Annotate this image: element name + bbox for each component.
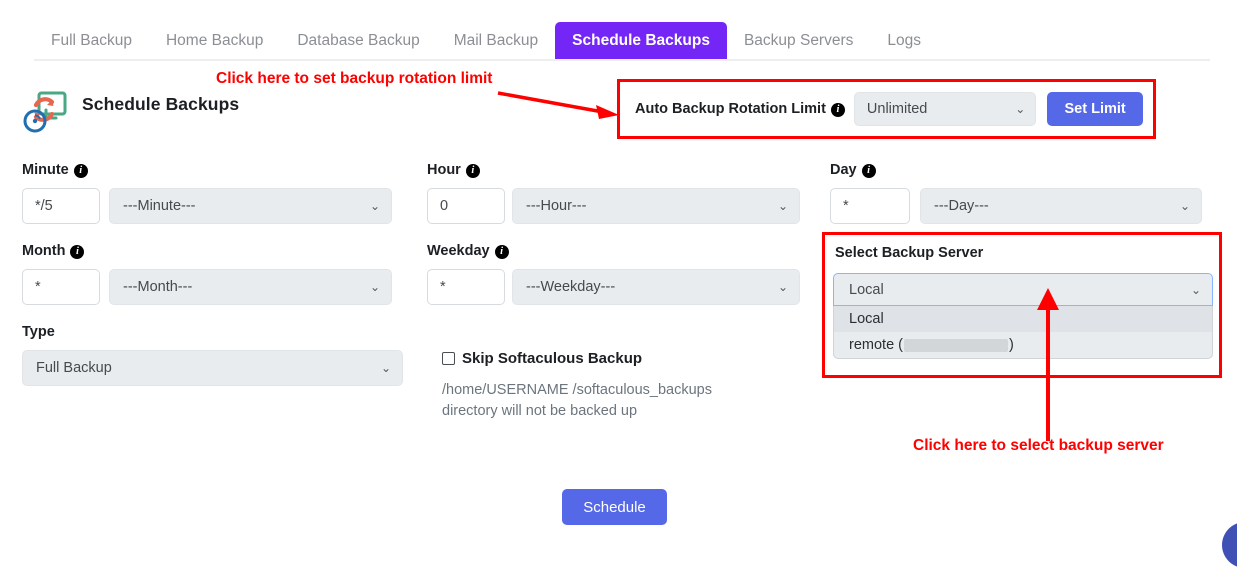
info-icon[interactable]: i bbox=[73, 164, 88, 178]
chevron-down-icon: ⌄ bbox=[777, 199, 788, 213]
rotation-limit-panel: Auto Backup Rotation Limit i Unlimited ⌄ … bbox=[617, 79, 1156, 139]
annotation-arrow-server bbox=[1037, 288, 1059, 441]
backup-server-option-local[interactable]: Local bbox=[834, 306, 1212, 332]
chevron-down-icon: ⌄ bbox=[369, 199, 380, 213]
backup-server-select[interactable]: Local ⌄ bbox=[833, 273, 1213, 306]
minute-select[interactable]: ---Minute--- ⌄ bbox=[109, 188, 392, 224]
skip-softaculous-row[interactable]: Skip Softaculous Backup bbox=[442, 350, 642, 367]
weekday-input[interactable] bbox=[427, 269, 505, 305]
rotation-limit-label: Auto Backup Rotation Limit i bbox=[635, 101, 845, 117]
schedule-button[interactable]: Schedule bbox=[562, 489, 667, 525]
rotation-limit-select[interactable]: Unlimited ⌄ bbox=[853, 92, 1037, 126]
day-input[interactable] bbox=[830, 188, 910, 224]
tab-full-backup[interactable]: Full Backup bbox=[34, 22, 149, 60]
annotation-server-hint: Click here to select backup server bbox=[913, 437, 1164, 454]
chat-support-button[interactable] bbox=[1222, 522, 1237, 568]
tab-mail-backup[interactable]: Mail Backup bbox=[437, 22, 555, 60]
weekday-select[interactable]: ---Weekday--- ⌄ bbox=[512, 269, 800, 305]
skip-softaculous-note: /home/USERNAME /softaculous_backups dire… bbox=[442, 382, 712, 419]
weekday-label: Weekday i bbox=[427, 243, 509, 259]
month-label: Month i bbox=[22, 243, 85, 259]
backup-server-dropdown-list: Local remote () bbox=[833, 306, 1213, 359]
annotation-rotation-hint: Click here to set backup rotation limit bbox=[216, 70, 493, 87]
tab-bar: Full Backup Home Backup Database Backup … bbox=[0, 22, 1237, 60]
chevron-down-icon: ⌄ bbox=[1190, 282, 1201, 297]
month-input[interactable] bbox=[22, 269, 100, 305]
chevron-down-icon: ⌄ bbox=[777, 280, 788, 294]
tab-home-backup[interactable]: Home Backup bbox=[149, 22, 280, 60]
annotation-arrow-rotation bbox=[497, 91, 619, 119]
type-label: Type bbox=[22, 324, 55, 340]
type-select[interactable]: Full Backup ⌄ bbox=[22, 350, 403, 386]
hour-select-value: ---Hour--- bbox=[526, 198, 587, 214]
chevron-down-icon: ⌄ bbox=[380, 361, 391, 375]
day-label: Day i bbox=[830, 162, 876, 178]
rotation-limit-value: Unlimited bbox=[866, 101, 928, 117]
hour-select[interactable]: ---Hour--- ⌄ bbox=[512, 188, 800, 224]
month-select[interactable]: ---Month--- ⌄ bbox=[109, 269, 392, 305]
info-icon[interactable]: i bbox=[70, 245, 85, 259]
minute-select-value: ---Minute--- bbox=[123, 198, 196, 214]
info-icon[interactable]: i bbox=[861, 164, 876, 178]
tab-backup-servers[interactable]: Backup Servers bbox=[727, 22, 870, 60]
tab-bar-divider bbox=[34, 59, 1210, 61]
minute-label: Minute i bbox=[22, 162, 88, 178]
tab-database-backup[interactable]: Database Backup bbox=[280, 22, 436, 60]
minute-input[interactable] bbox=[22, 188, 100, 224]
chevron-down-icon: ⌄ bbox=[369, 280, 380, 294]
redacted-hostname bbox=[904, 338, 1008, 352]
weekday-select-value: ---Weekday--- bbox=[526, 279, 616, 295]
info-icon[interactable]: i bbox=[465, 164, 480, 178]
hour-input[interactable] bbox=[427, 188, 505, 224]
month-select-value: ---Month--- bbox=[123, 279, 193, 295]
set-limit-button[interactable]: Set Limit bbox=[1047, 92, 1143, 126]
tab-logs[interactable]: Logs bbox=[870, 22, 938, 60]
backup-restore-icon bbox=[22, 88, 70, 134]
type-select-value: Full Backup bbox=[36, 360, 112, 376]
hour-label: Hour i bbox=[427, 162, 480, 178]
day-select[interactable]: ---Day--- ⌄ bbox=[920, 188, 1202, 224]
backup-server-option-remote[interactable]: remote () bbox=[834, 332, 1212, 358]
page-title: Schedule Backups bbox=[82, 94, 240, 114]
chevron-down-icon: ⌄ bbox=[1015, 102, 1026, 116]
backup-server-title: Select Backup Server bbox=[835, 245, 984, 261]
skip-softaculous-checkbox[interactable] bbox=[442, 352, 455, 365]
info-icon[interactable]: i bbox=[494, 245, 509, 259]
day-select-value: ---Day--- bbox=[934, 198, 989, 214]
skip-softaculous-label: Skip Softaculous Backup bbox=[462, 350, 643, 367]
chevron-down-icon: ⌄ bbox=[1179, 199, 1190, 213]
backup-server-panel: Select Backup Server Local ⌄ Local remot… bbox=[822, 232, 1222, 378]
info-icon[interactable]: i bbox=[830, 103, 845, 117]
backup-server-selected-value: Local bbox=[849, 281, 884, 298]
tab-schedule-backups[interactable]: Schedule Backups bbox=[555, 22, 727, 60]
